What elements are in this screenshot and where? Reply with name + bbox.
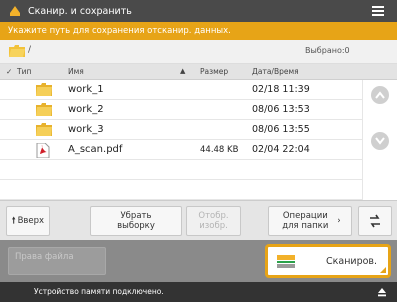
scan-button[interactable]: Сканиров.	[265, 244, 391, 278]
toolbar: 🠕 Вверх Убрать выборку Отобр. изобр. Опе…	[0, 200, 397, 240]
title-bar: Сканир. и сохранить	[0, 0, 397, 22]
status-message: Устройство памяти подключено.	[34, 287, 164, 296]
scroll-down-button[interactable]	[371, 132, 389, 150]
column-datetime[interactable]: Дата/Время	[252, 67, 299, 76]
display-image-label: Отобр. изобр.	[198, 211, 229, 231]
up-label: Вверх	[17, 216, 45, 226]
path-bar: / Выбрано:0	[0, 40, 397, 64]
file-row[interactable]: work_1 02/18 11:39	[0, 80, 362, 100]
eject-icon	[378, 288, 386, 297]
file-row[interactable]: work_3 08/06 13:55	[0, 120, 362, 140]
file-date: 08/06 13:53	[252, 104, 310, 115]
folder-icon	[36, 103, 52, 116]
action-bar: Права файла Сканиров.	[0, 240, 397, 282]
refresh-swap-icon	[370, 214, 380, 228]
folder-icon	[36, 123, 52, 136]
file-size: 44.48 KB	[200, 145, 239, 155]
hamburger-menu-icon	[372, 6, 384, 16]
current-path: /	[28, 45, 32, 55]
file-row[interactable]	[0, 180, 362, 200]
up-button[interactable]: 🠕 Вверх	[6, 206, 50, 236]
scroll-up-button[interactable]	[371, 86, 389, 104]
clear-selection-label: Убрать выборку	[117, 211, 155, 231]
folder-operations-label: Операции для папки	[282, 211, 329, 231]
file-name: work_2	[68, 104, 104, 115]
file-date: 02/18 11:39	[252, 84, 310, 95]
scan-label: Сканиров.	[326, 255, 378, 267]
arrow-up-icon: 🠕	[11, 216, 16, 226]
instruction-bar: Укажите путь для сохранения отсканир. да…	[0, 22, 397, 40]
access-rights-label: Права файла	[15, 252, 74, 262]
access-rights-button[interactable]: Права файла	[8, 247, 106, 275]
file-name: work_1	[68, 84, 104, 95]
chevron-up-icon	[375, 91, 385, 99]
file-date: 08/06 13:55	[252, 124, 310, 135]
clear-selection-button[interactable]: Убрать выборку	[90, 206, 182, 236]
scan-and-store-icon	[10, 6, 20, 16]
folder-icon	[9, 45, 25, 57]
column-type[interactable]: Тип	[17, 67, 31, 76]
status-bar: Устройство памяти подключено.	[0, 282, 397, 302]
corner-indicator	[380, 267, 386, 273]
file-row[interactable]	[0, 160, 362, 180]
file-list: work_1 02/18 11:39 work_2 08/06 13:53 wo…	[0, 80, 362, 200]
folder-icon	[36, 83, 52, 96]
file-row[interactable]: A_scan.pdf 44.48 KB 02/04 22:04	[0, 140, 362, 160]
check-icon: ✓	[6, 67, 13, 76]
column-name[interactable]: Имя	[68, 67, 84, 76]
selected-count: Выбрано:0	[305, 46, 350, 55]
sort-ascending-icon: ▲	[180, 67, 186, 75]
scanner-icon	[277, 255, 295, 268]
column-size[interactable]: Размер	[200, 67, 228, 76]
file-name: A_scan.pdf	[68, 144, 123, 155]
eject-button[interactable]	[377, 287, 387, 299]
menu-button[interactable]	[365, 3, 391, 19]
window-title: Сканир. и сохранить	[28, 5, 132, 17]
scroll-controls	[362, 80, 397, 200]
chevron-right-icon: ›	[337, 216, 341, 226]
pdf-file-icon	[36, 143, 50, 158]
refresh-button[interactable]	[358, 206, 392, 236]
display-image-button[interactable]: Отобр. изобр.	[186, 206, 241, 236]
chevron-down-icon	[375, 137, 385, 145]
file-row[interactable]: work_2 08/06 13:53	[0, 100, 362, 120]
file-name: work_3	[68, 124, 104, 135]
folder-operations-button[interactable]: Операции для папки ›	[268, 206, 352, 236]
file-date: 02/04 22:04	[252, 144, 310, 155]
list-header: ✓ Тип Имя ▲ Размер Дата/Время	[0, 64, 397, 80]
